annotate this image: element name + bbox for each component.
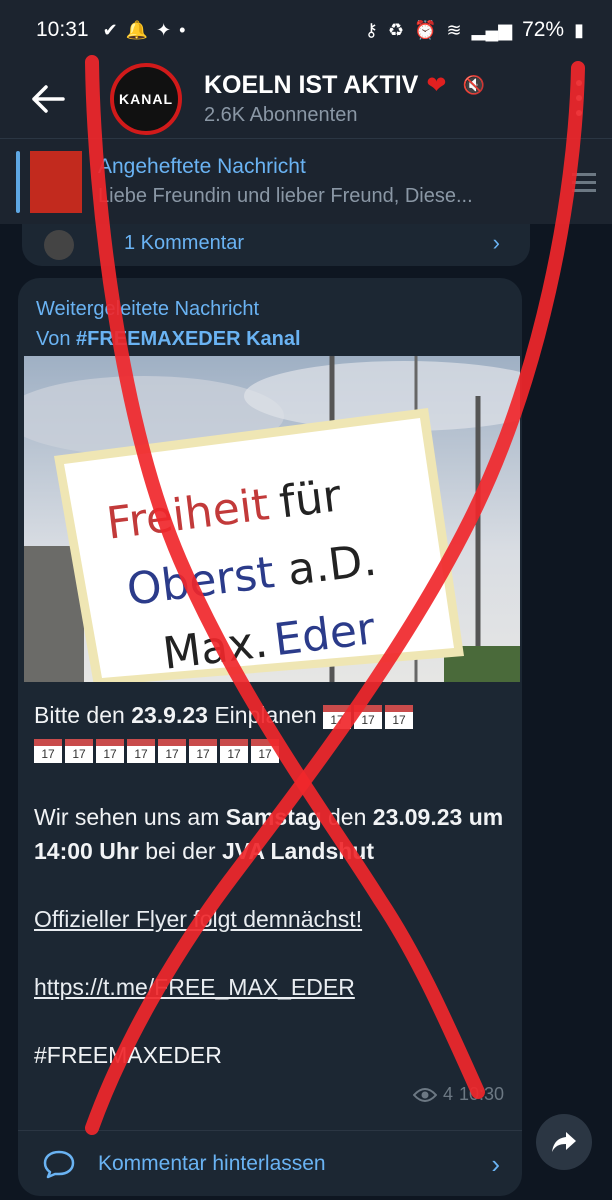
forward-label: Weitergeleitete Nachricht <box>36 298 260 320</box>
signal-icon: ▂▄▆ <box>471 19 513 40</box>
text-para2-e: bei der <box>138 838 222 864</box>
channel-info[interactable]: KOELN IST AKTIV ❤ 🔇 2.6K Abonnenten <box>204 71 485 127</box>
previous-comment-count[interactable]: 1 Kommentar <box>124 232 244 255</box>
menu-dot-icon <box>576 80 582 87</box>
calendar-icon: 17 <box>220 738 248 763</box>
text-para2-a: Wir sehen uns am <box>34 804 226 830</box>
message-text: Bitte den 23.9.23 Einplanen 17 17 17 17 17 1… <box>34 698 504 1106</box>
battery-percent: 72% <box>522 18 565 41</box>
calendar-icon: 17 <box>96 738 124 763</box>
eye-icon <box>412 1087 437 1102</box>
text-para2-location: JVA Landshut <box>221 838 374 864</box>
calendar-icon: 17 <box>127 738 155 763</box>
broom-icon: ✦ <box>156 19 172 40</box>
more-menu-button[interactable] <box>564 76 594 120</box>
message-meta: 4 10:30 <box>412 1084 504 1105</box>
recycle-icon: ♻ <box>387 19 405 40</box>
pinned-body: Liebe Freundin und lieber Freund, Diese.… <box>98 185 473 207</box>
hashtag[interactable]: #FREEMAXEDER <box>34 1042 222 1068</box>
message-photo[interactable]: Freiheit für Oberst a.D. Max. Eder <box>24 356 520 682</box>
chat-area: 1 Kommentar › Weitergeleitete Nachricht … <box>0 224 612 1200</box>
leave-comment-label: Kommentar hinterlassen <box>98 1151 326 1175</box>
pinned-title: Angeheftete Nachricht <box>98 155 306 178</box>
calendar-icon: 17 <box>34 738 62 763</box>
channel-avatar[interactable]: KANAL <box>110 63 182 135</box>
sign-word-ad: a.D. <box>285 535 379 596</box>
status-time: 10:31 <box>36 18 89 41</box>
forward-from-prefix: Von <box>36 328 77 350</box>
comment-bubble-icon <box>43 1150 75 1178</box>
back-arrow-icon <box>32 85 65 113</box>
forward-source: #FREEMAXEDER Kanal <box>76 328 301 350</box>
system-icons: ⚷ ♻ ⏰ ≋ ▂▄▆ 72% ▮ <box>365 18 584 42</box>
back-button[interactable] <box>0 60 96 138</box>
view-count: 4 <box>442 1084 453 1104</box>
calendar-icon: 17 <box>323 704 352 729</box>
pinned-thumbnail <box>30 150 82 213</box>
text-date-bold: 23.9.23 <box>131 702 208 728</box>
pinned-message-bar[interactable]: Angeheftete Nachricht Liebe Freundin und… <box>0 138 612 224</box>
chevron-right-icon: › <box>492 230 500 255</box>
calendar-icon: 17 <box>158 738 186 763</box>
calendar-icon: 17 <box>189 738 217 763</box>
chat-header: KANAL KOELN IST AKTIV ❤ 🔇 2.6K Abonnente… <box>0 60 612 138</box>
calendar-icon: 17 <box>65 738 93 763</box>
previous-message-bubble: 1 Kommentar › <box>22 224 530 266</box>
dot-icon: • <box>179 19 186 40</box>
text-line1-suffix: Einplanen <box>207 702 324 728</box>
forward-source-row: Von #FREEMAXEDER Kanal <box>36 324 301 354</box>
menu-dot-icon <box>576 94 582 101</box>
heart-icon: ❤ <box>426 72 447 99</box>
status-bar: 10:31 ✔ 🔔 ✦ • ⚷ ♻ ⏰ ≋ ▂▄▆ 72% ▮ <box>0 0 612 60</box>
text-line1-prefix: Bitte den <box>34 702 132 728</box>
pinned-text: Angeheftete Nachricht Liebe Freundin und… <box>98 155 553 208</box>
calendar-icon: 17 <box>385 704 414 729</box>
forward-header[interactable]: Weitergeleitete Nachricht Von #FREEMAXED… <box>36 294 301 354</box>
commenter-avatar <box>44 230 74 260</box>
subscriber-count: 2.6K Abonnenten <box>204 104 358 126</box>
channel-title: KOELN IST AKTIV <box>204 71 419 99</box>
message-time: 10:30 <box>458 1084 504 1104</box>
text-para2-c: den <box>321 804 373 830</box>
menu-dot-icon <box>576 109 582 116</box>
share-arrow-icon <box>552 1132 576 1152</box>
pinned-list-icon[interactable] <box>572 173 596 197</box>
notification-icons: ✔ 🔔 ✦ • <box>103 20 186 41</box>
key-icon: ⚷ <box>364 19 378 40</box>
alarm-icon: ⏰ <box>414 19 437 40</box>
calendar-icon: 17 <box>251 738 279 763</box>
bell-icon: 🔔 <box>125 19 149 40</box>
chevron-right-icon: › <box>491 1149 500 1179</box>
channel-title-row: KOELN IST AKTIV ❤ 🔇 <box>204 71 485 100</box>
flyer-notice[interactable]: Offizieller Flyer folgt demnächst! <box>34 906 362 932</box>
battery-icon: ▮ <box>574 19 584 40</box>
share-button[interactable] <box>536 1114 592 1170</box>
leave-comment-button[interactable]: Kommentar hinterlassen › <box>18 1130 522 1196</box>
sign-photo: Freiheit für Oberst a.D. Max. Eder <box>24 356 520 682</box>
message-bubble: Weitergeleitete Nachricht Von #FREEMAXED… <box>18 278 522 1196</box>
sign-word-fur: für <box>277 470 345 528</box>
text-para2-day: Samstag <box>225 804 322 830</box>
mute-icon: 🔇 <box>462 75 485 95</box>
check-icon: ✔ <box>102 19 118 40</box>
pinned-indicator <box>16 150 20 213</box>
telegram-link[interactable]: https://t.me/FREE_MAX_EDER <box>34 974 355 1000</box>
calendar-icon: 17 <box>354 704 383 729</box>
wifi-icon: ≋ <box>446 19 462 40</box>
